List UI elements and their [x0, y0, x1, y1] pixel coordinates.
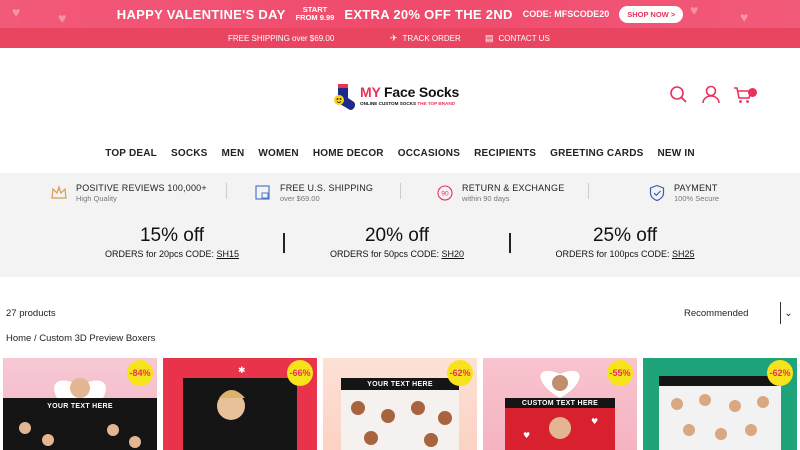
svg-text:♥: ♥ [591, 417, 598, 426]
product-count: 27 products [6, 308, 56, 319]
logo-wordmark: MY Face Socks [360, 84, 459, 100]
divider [226, 183, 227, 199]
discount-badge: -62% [767, 360, 793, 386]
offer-tier: 25% off ORDERS for 100pcs CODE: SH25 [535, 225, 715, 259]
breadcrumb[interactable]: Home / Custom 3D Preview Boxers [6, 333, 155, 344]
heart-icon: ♥ [58, 10, 67, 26]
offer-code[interactable]: SH20 [442, 249, 465, 259]
promo-banner[interactable]: ♥ ♥ ♥ ♥ HAPPY VALENTINE'S DAY START FROM… [0, 0, 800, 28]
benefits-strip: POSITIVE REVIEWS 100,000+ High Quality FR… [0, 173, 800, 277]
divider [509, 233, 511, 253]
svg-text:90: 90 [441, 191, 449, 198]
free-shipping-text: FREE SHIPPING over $69.00 [228, 33, 335, 43]
product-card[interactable]: YOUR TEXT HERE -84% [3, 358, 157, 450]
benefit-shipping: FREE U.S. SHIPPING over $69.00 [254, 181, 373, 205]
shield-check-icon [649, 184, 665, 202]
product-label: CUSTOM TEXT HERE [521, 400, 599, 407]
nav-item-socks[interactable]: SOCKS [164, 148, 215, 166]
heart-icon: ♥ [12, 4, 21, 20]
contact-us-label: CONTACT US [498, 33, 550, 43]
logo-tagline: ONLINE CUSTOM SOCKS THE TOP BRAND [360, 101, 455, 106]
offer-code[interactable]: SH15 [217, 249, 240, 259]
benefit-payment: PAYMENT 100% Secure [648, 181, 719, 205]
divider [588, 183, 589, 199]
promo-start-price: START FROM 9.99 [296, 6, 335, 22]
benefit-returns: 90 RETURN & EXCHANGE within 90 days [436, 181, 564, 205]
offer-tier: 15% off ORDERS for 20pcs CODE: SH15 [82, 225, 262, 259]
benefit-subtitle: 100% Secure [674, 194, 720, 203]
user-icon[interactable] [700, 84, 722, 106]
discount-badge: -55% [607, 360, 633, 386]
utility-bar: FREE SHIPPING over $69.00 ✈ TRACK ORDER … [0, 28, 800, 48]
promo-offer: EXTRA 20% OFF THE 2ND [344, 6, 513, 22]
svg-text:✱: ✱ [238, 366, 246, 376]
shipping-box-icon [255, 185, 270, 200]
contact-card-icon: ▤ [485, 32, 494, 43]
svg-text:♥: ♥ [523, 431, 530, 440]
benefit-subtitle: over $69.00 [280, 194, 320, 203]
plane-icon: ✈ [390, 32, 398, 43]
discount-badge: -62% [447, 360, 473, 386]
product-card[interactable]: ✱ -66% [163, 358, 317, 450]
nav-item-greeting-cards[interactable]: GREETING CARDS [543, 148, 650, 166]
benefit-reviews: POSITIVE REVIEWS 100,000+ High Quality [50, 181, 207, 205]
product-card[interactable]: -62% [643, 358, 797, 450]
product-label: YOUR TEXT HERE [47, 403, 113, 410]
promo-headline: HAPPY VALENTINE'S DAY [116, 6, 286, 22]
shop-now-button[interactable]: SHOP NOW > [619, 5, 684, 23]
logo-my: MY [360, 84, 381, 100]
discount-badge: -84% [127, 360, 153, 386]
track-order-link[interactable]: ✈ TRACK ORDER [390, 33, 461, 44]
offer-condition: ORDERS for 50pcs CODE: SH20 [307, 249, 487, 259]
site-logo[interactable]: MY Face Socks ONLINE CUSTOM SOCKS THE TO… [330, 82, 472, 112]
nav-item-home-decor[interactable]: HOME DECOR [306, 148, 391, 166]
heart-icon: ♥ [690, 2, 699, 18]
nav-item-women[interactable]: WOMEN [251, 148, 305, 166]
promo-code: CODE: MFSCODE20 [522, 9, 610, 19]
offer-discount: 15% off [139, 225, 205, 246]
offer-code[interactable]: SH25 [672, 249, 695, 259]
offer-discount: 20% off [364, 225, 430, 246]
search-icon[interactable] [668, 84, 690, 106]
divider [400, 183, 401, 199]
site-header: MY Face Socks ONLINE CUSTOM SOCKS THE TO… [0, 48, 800, 144]
sort-select[interactable]: Recommended [684, 308, 748, 319]
benefit-title: RETURN & EXCHANGE [462, 183, 565, 193]
offer-condition-text: ORDERS for 50pcs CODE: [329, 249, 442, 259]
main-nav: TOP DEAL SOCKS MEN WOMEN HOME DECOR OCCA… [0, 148, 800, 166]
offer-condition-text: ORDERS for 20pcs CODE: [104, 249, 217, 259]
nav-item-new-in[interactable]: NEW IN [651, 148, 702, 166]
nav-item-occasions[interactable]: OCCASIONS [391, 148, 467, 166]
nav-item-top-deal[interactable]: TOP DEAL [98, 148, 164, 166]
return-90-icon: 90 [437, 185, 453, 201]
offer-tier: 20% off ORDERS for 50pcs CODE: SH20 [307, 225, 487, 259]
logo-face-socks: Face Socks [380, 84, 460, 100]
crown-icon [51, 185, 67, 199]
nav-item-recipients[interactable]: RECIPIENTS [467, 148, 543, 166]
offer-condition: ORDERS for 20pcs CODE: SH15 [82, 249, 262, 259]
heart-icon: ♥ [740, 9, 749, 25]
product-card[interactable]: YOUR TEXT HERE -62% [323, 358, 477, 450]
sock-logo-icon [334, 84, 355, 110]
divider [283, 233, 285, 253]
product-card[interactable]: ♥ ♥ CUSTOM TEXT HERE -55% [483, 358, 637, 450]
logo-tagline-main: ONLINE CUSTOM SOCKS [360, 101, 417, 106]
benefit-subtitle: within 90 days [462, 194, 510, 203]
logo-tagline-accent: THE TOP BRAND [417, 101, 455, 106]
benefit-subtitle: High Quality [76, 194, 117, 203]
offer-condition-text: ORDERS for 100pcs CODE: [555, 249, 673, 259]
benefit-title: POSITIVE REVIEWS 100,000+ [76, 183, 207, 193]
promo-start-value: FROM 9.99 [295, 13, 335, 22]
contact-us-link[interactable]: ▤ CONTACT US [485, 33, 550, 44]
benefit-title: FREE U.S. SHIPPING [280, 183, 374, 193]
discount-badge: -66% [287, 360, 313, 386]
nav-item-men[interactable]: MEN [215, 148, 252, 166]
cart-count-badge [748, 88, 757, 97]
track-order-label: TRACK ORDER [402, 33, 461, 43]
offer-discount: 25% off [592, 225, 658, 246]
benefit-title: PAYMENT [674, 183, 718, 193]
offer-condition: ORDERS for 100pcs CODE: SH25 [535, 249, 715, 259]
chevron-down-icon[interactable]: ⌄ [780, 302, 796, 324]
